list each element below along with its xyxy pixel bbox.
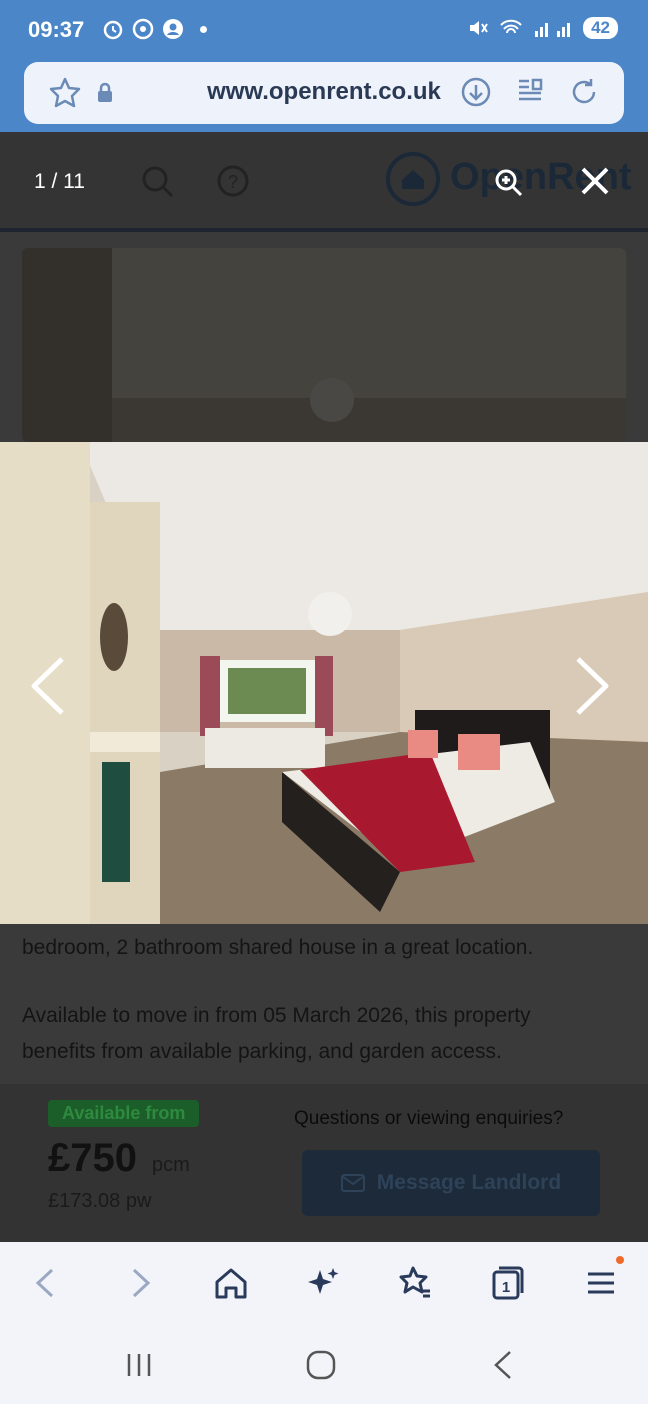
bookmarks-icon[interactable]: [396, 1264, 434, 1302]
description-text-1: bedroom, 2 bathroom shared house in a gr…: [22, 936, 534, 959]
help-icon: ?: [217, 165, 249, 197]
close-icon[interactable]: [580, 166, 610, 196]
mute-icon: [470, 21, 488, 35]
address-bar[interactable]: www.openrent.co.uk: [24, 62, 624, 124]
price-weekly: £173.08 pw: [48, 1190, 152, 1212]
zoom-in-icon[interactable]: [494, 168, 524, 198]
browser-address-area: www.openrent.co.uk: [0, 62, 648, 132]
availability-badge: Available from: [48, 1100, 200, 1127]
back-icon[interactable]: [30, 1264, 60, 1302]
message-landlord-label: Message Landlord: [376, 1171, 562, 1194]
reload-icon[interactable]: [568, 76, 600, 108]
account-icon: [163, 19, 183, 39]
home-button-icon[interactable]: [304, 1348, 338, 1382]
svg-text:1: 1: [502, 1279, 510, 1296]
update-notification-dot: [616, 1256, 624, 1264]
price-monthly: £750: [48, 1136, 137, 1180]
reader-mode-icon[interactable]: [516, 76, 544, 106]
browser-toolbar: 1: [0, 1242, 648, 1324]
download-icon[interactable]: [460, 76, 492, 108]
tabs-icon[interactable]: 1: [488, 1264, 526, 1302]
listing-price-bar: Available from £750 pcm £173.08 pw Quest…: [0, 1084, 648, 1242]
system-navigation-bar: [0, 1324, 648, 1404]
signal-icon: [535, 23, 571, 37]
price-unit: pcm: [152, 1154, 190, 1176]
ai-sparkle-icon[interactable]: [304, 1264, 342, 1302]
gallery-photo-bedroom[interactable]: [0, 442, 648, 924]
status-time: 09:37: [28, 17, 85, 42]
alarm-icon: [103, 20, 123, 40]
system-back-icon[interactable]: [490, 1348, 516, 1382]
battery-level: 42: [583, 17, 618, 39]
forward-icon[interactable]: [126, 1264, 156, 1302]
photo-counter: 1 / 11: [34, 170, 85, 193]
status-bar: 09:37 42: [0, 0, 648, 62]
next-photo-icon[interactable]: [572, 655, 612, 717]
previous-photo-icon[interactable]: [28, 655, 68, 717]
background-listing-photo: [22, 248, 626, 442]
svg-text:?: ?: [228, 172, 238, 192]
openrent-logo-icon: [386, 152, 440, 206]
gallery-header: 1 / 11 ? OpenRent: [0, 132, 648, 232]
wifi-icon: [500, 19, 522, 34]
recent-apps-icon[interactable]: [124, 1348, 154, 1382]
description-text-2: Available to move in from 05 March 2026,…: [22, 1004, 531, 1027]
search-icon: [142, 166, 174, 198]
message-landlord-button[interactable]: Message Landlord: [302, 1150, 600, 1216]
mail-icon: [340, 1174, 365, 1192]
whatsapp-icon: [132, 18, 154, 40]
description-text-3: benefits from available parking, and gar…: [22, 1040, 502, 1063]
notification-dot-icon: [200, 25, 207, 33]
menu-icon[interactable]: [584, 1264, 618, 1302]
enquiries-prompt: Questions or viewing enquiries?: [294, 1108, 564, 1129]
home-icon[interactable]: [212, 1264, 250, 1302]
